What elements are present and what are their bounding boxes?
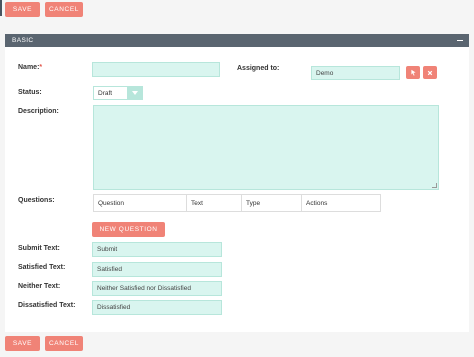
column-header-text: Text bbox=[187, 195, 242, 211]
resize-handle-icon[interactable] bbox=[432, 183, 437, 188]
dissatisfied-text-field[interactable]: Dissatisfied bbox=[92, 300, 222, 315]
panel-header[interactable]: BASIC bbox=[5, 34, 469, 47]
status-label: Status: bbox=[18, 89, 42, 96]
assigned-to-field[interactable]: Demo bbox=[311, 66, 400, 80]
left-accent-bar bbox=[0, 0, 2, 16]
name-field[interactable] bbox=[92, 62, 220, 77]
minus-icon[interactable] bbox=[457, 39, 463, 42]
top-action-bar: SAVE CANCEL bbox=[5, 2, 83, 17]
save-button-bottom[interactable]: SAVE bbox=[5, 336, 40, 351]
status-select[interactable]: Draft bbox=[93, 86, 143, 100]
bottom-action-bar: SAVE CANCEL bbox=[5, 336, 83, 351]
satisfied-text-label: Satisfied Text: bbox=[18, 264, 66, 271]
name-label-text: Name: bbox=[18, 64, 40, 71]
satisfied-text-field[interactable]: Satisfied bbox=[92, 262, 222, 277]
cancel-button[interactable]: CANCEL bbox=[45, 2, 83, 17]
required-mark: * bbox=[39, 64, 43, 71]
panel-title: BASIC bbox=[12, 37, 34, 44]
column-header-type: Type bbox=[242, 195, 302, 211]
clear-user-button[interactable] bbox=[423, 66, 437, 79]
new-question-button[interactable]: NEW QUESTION bbox=[92, 222, 165, 237]
description-label: Description: bbox=[18, 108, 59, 115]
neither-text-field[interactable]: Neither Satisfied nor Dissatisfied bbox=[92, 281, 222, 296]
chevron-down-icon[interactable] bbox=[128, 87, 142, 99]
submit-text-label: Submit Text: bbox=[18, 245, 60, 252]
assigned-to-label: Assigned to: bbox=[237, 65, 280, 72]
questions-label: Questions: bbox=[18, 197, 55, 204]
cancel-button-bottom[interactable]: CANCEL bbox=[45, 336, 83, 351]
close-icon bbox=[427, 70, 433, 75]
name-label: Name:* bbox=[18, 64, 42, 71]
submit-text-field[interactable]: Submit bbox=[92, 242, 222, 257]
neither-text-label: Neither Text: bbox=[18, 283, 61, 290]
cursor-icon bbox=[410, 69, 416, 76]
questions-table: Question Text Type Actions bbox=[93, 194, 381, 212]
column-header-actions: Actions bbox=[306, 199, 328, 207]
dissatisfied-text-label: Dissatisfied Text: bbox=[18, 302, 76, 309]
save-button[interactable]: SAVE bbox=[5, 2, 40, 17]
column-header-question: Question bbox=[94, 195, 187, 211]
status-value: Draft bbox=[94, 87, 128, 99]
select-user-button[interactable] bbox=[406, 66, 420, 79]
description-textarea[interactable] bbox=[93, 105, 439, 190]
